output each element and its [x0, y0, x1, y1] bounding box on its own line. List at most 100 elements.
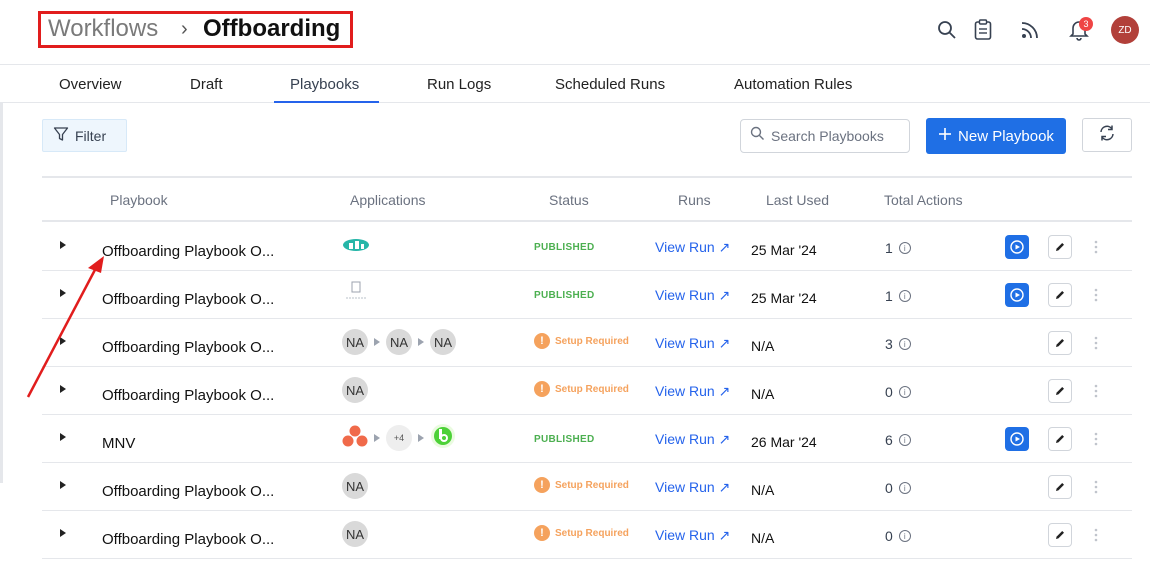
info-icon[interactable]: i: [898, 482, 911, 494]
more-options-icon[interactable]: [1094, 239, 1098, 255]
total-actions: 1i: [885, 240, 911, 256]
applications-list: NA: [342, 521, 368, 547]
expand-row-icon[interactable]: [60, 241, 66, 249]
status-badge: ! Setup Required: [534, 381, 629, 397]
column-header-status[interactable]: Status: [549, 192, 589, 208]
table-row[interactable]: Offboarding Playbook O... NA ! Setup Requir…: [42, 367, 1132, 415]
tab-automation-rules[interactable]: Automation Rules: [734, 76, 852, 93]
notification-badge: 3: [1079, 17, 1093, 31]
clipboard-icon[interactable]: [971, 18, 995, 42]
view-run-link[interactable]: View Run ↗: [655, 479, 730, 496]
warning-icon: !: [534, 333, 550, 349]
total-actions-count: 3: [885, 336, 893, 352]
run-playbook-button[interactable]: [1005, 235, 1029, 259]
view-run-link[interactable]: View Run ↗: [655, 383, 730, 400]
page-title: Offboarding: [203, 15, 341, 42]
applications-list: NA: [342, 377, 368, 403]
edit-button[interactable]: [1048, 475, 1072, 499]
more-options-icon[interactable]: [1094, 527, 1098, 543]
playbook-name[interactable]: Offboarding Playbook O...: [102, 531, 274, 548]
tab-run-logs[interactable]: Run Logs: [427, 76, 491, 93]
info-icon[interactable]: i: [898, 290, 911, 302]
edit-button[interactable]: [1048, 235, 1072, 259]
edit-button[interactable]: [1048, 427, 1072, 451]
search-box[interactable]: [740, 119, 910, 153]
tab-overview[interactable]: Overview: [59, 76, 122, 93]
refresh-icon: [1098, 124, 1116, 147]
playbook-name[interactable]: Offboarding Playbook O...: [102, 387, 274, 404]
expand-row-icon[interactable]: [60, 385, 66, 393]
edit-button[interactable]: [1048, 379, 1072, 403]
playbook-name[interactable]: Offboarding Playbook O...: [102, 483, 274, 500]
total-actions: 0i: [885, 528, 911, 544]
new-playbook-button[interactable]: New Playbook: [926, 118, 1066, 154]
table-row[interactable]: Offboarding Playbook O... PUBLISHED View R…: [42, 223, 1132, 271]
table-row[interactable]: Offboarding Playbook O... PUBLISHED View R…: [42, 271, 1132, 319]
view-run-link[interactable]: View Run ↗: [655, 239, 730, 256]
status-badge: ! Setup Required: [534, 333, 629, 349]
total-actions: 3i: [885, 336, 911, 352]
filter-icon: [53, 126, 69, 145]
info-icon[interactable]: i: [898, 434, 911, 446]
tab-draft[interactable]: Draft: [190, 76, 223, 93]
edit-button[interactable]: [1048, 331, 1072, 355]
info-icon[interactable]: i: [898, 530, 911, 542]
table-row[interactable]: Offboarding Playbook O... NA! Setup Requir…: [42, 463, 1132, 511]
column-header-runs[interactable]: Runs: [678, 192, 711, 208]
playbook-name[interactable]: Offboarding Playbook O...: [102, 291, 274, 308]
total-actions-count: 0: [885, 528, 893, 544]
more-options-icon[interactable]: [1094, 479, 1098, 495]
status-label: Setup Required: [555, 479, 629, 491]
run-playbook-button[interactable]: [1005, 427, 1029, 451]
view-run-link[interactable]: View Run ↗: [655, 431, 730, 448]
info-icon[interactable]: i: [898, 386, 911, 398]
expand-row-icon[interactable]: [60, 337, 66, 345]
last-used-date: N/A: [751, 482, 775, 498]
expand-row-icon[interactable]: [60, 433, 66, 441]
column-header-applications[interactable]: Applications: [350, 192, 426, 208]
more-options-icon[interactable]: [1094, 335, 1098, 351]
search-icon[interactable]: [935, 18, 959, 42]
info-icon[interactable]: i: [898, 242, 911, 254]
status-label: Setup Required: [555, 527, 629, 539]
total-actions-count: 1: [885, 288, 893, 304]
plus-icon: [938, 127, 952, 145]
tab-scheduled-runs[interactable]: Scheduled Runs: [555, 76, 665, 93]
warning-icon: !: [534, 525, 550, 541]
warning-icon: !: [534, 477, 550, 493]
playbook-name[interactable]: Offboarding Playbook O...: [102, 243, 274, 260]
search-input[interactable]: [771, 128, 901, 144]
total-actions-count: 0: [885, 384, 893, 400]
view-run-link[interactable]: View Run ↗: [655, 335, 730, 352]
column-header-total-actions[interactable]: Total Actions: [884, 192, 963, 208]
view-run-link[interactable]: View Run ↗: [655, 287, 730, 304]
info-icon[interactable]: i: [898, 338, 911, 350]
playbook-name[interactable]: Offboarding Playbook O...: [102, 339, 274, 356]
more-options-icon[interactable]: [1094, 431, 1098, 447]
avatar[interactable]: ZD: [1111, 16, 1139, 44]
column-header-last-used[interactable]: Last Used: [766, 192, 829, 208]
more-apps-count[interactable]: +4: [386, 425, 412, 451]
refresh-button[interactable]: [1082, 118, 1132, 152]
asana-icon: [342, 424, 368, 453]
edit-button[interactable]: [1048, 283, 1072, 307]
rss-feed-icon[interactable]: [1018, 18, 1042, 42]
more-options-icon[interactable]: [1094, 287, 1098, 303]
edit-button[interactable]: [1048, 523, 1072, 547]
breadcrumb-root[interactable]: Workflows: [48, 15, 158, 43]
tab-playbooks[interactable]: Playbooks: [290, 76, 359, 93]
playbook-name[interactable]: MNV: [102, 435, 135, 452]
table-row[interactable]: Offboarding Playbook O... NA! Setup Requir…: [42, 511, 1132, 559]
total-actions: 1i: [885, 288, 911, 304]
expand-row-icon[interactable]: [60, 289, 66, 297]
view-run-link[interactable]: View Run ↗: [655, 527, 730, 544]
expand-row-icon[interactable]: [60, 529, 66, 537]
column-header-playbook[interactable]: Playbook: [110, 192, 168, 208]
filter-button[interactable]: Filter: [42, 119, 127, 152]
table-row[interactable]: Offboarding Playbook O... NA NA NA! Setup Re…: [42, 319, 1132, 367]
more-options-icon[interactable]: [1094, 383, 1098, 399]
run-playbook-button[interactable]: [1005, 283, 1029, 307]
expand-row-icon[interactable]: [60, 481, 66, 489]
status-badge: PUBLISHED: [534, 242, 595, 253]
table-row[interactable]: MNV +4 PUBLISHED View Run ↗ 26 Mar '24 6 i: [42, 415, 1132, 463]
